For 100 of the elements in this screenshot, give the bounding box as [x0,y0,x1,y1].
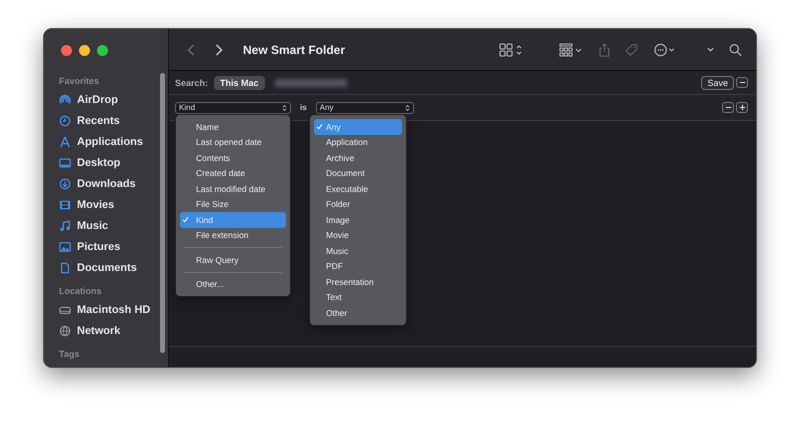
add-button[interactable] [736,102,748,113]
menu-item[interactable]: Last opened date [180,134,286,150]
window-title: New Smart Folder [243,42,346,56]
sidebar-item[interactable]: Recents [54,110,168,131]
sidebar-label: Downloads [77,178,136,190]
menu-item-label: File extension [196,230,248,240]
menu-item[interactable]: Presentation [314,274,402,290]
music-icon [59,220,71,232]
menu-item[interactable]: Folder [314,196,402,212]
sidebar-item[interactable]: Documents [54,257,168,278]
menu-item[interactable]: Music [314,243,402,258]
zoom-button[interactable] [97,45,108,56]
menu-item-label: Document [326,168,365,178]
scope-button[interactable]: This Mac [214,76,265,90]
group-icon[interactable] [558,42,584,56]
menu-item-label: Raw Query [196,254,239,265]
menu-item-label: File Size [196,199,229,210]
sidebar-item[interactable]: Applications [54,131,168,152]
sidebar-item[interactable]: Network [54,320,168,341]
share-icon[interactable] [598,42,611,56]
remove-button[interactable] [722,102,734,113]
menu-item[interactable]: File extension [180,228,286,243]
tag-icon[interactable] [625,42,638,56]
updown-icon [282,104,287,112]
download-icon [59,178,71,190]
apps-icon [59,136,71,148]
sidebar-label: Documents [77,262,137,274]
minimize-button[interactable] [79,45,90,56]
menu-item[interactable]: Document [314,166,402,181]
menu-item[interactable]: Any [314,119,402,134]
menu-item[interactable]: Archive [314,150,402,166]
sidebar-label: Applications [77,136,144,148]
updown-icon [404,104,410,112]
sidebar-heading: Locations [58,285,103,298]
sidebar-item[interactable]: Pictures [54,236,168,257]
menu-item-label: Executable [326,184,368,194]
globe-icon [59,324,71,336]
sidebar-heading: Tags [58,348,80,361]
attribute-popup[interactable]: Kind [175,102,291,114]
doc-icon [59,262,71,274]
menu-item-label: Other [326,308,348,318]
menu-item[interactable]: Name [180,119,286,134]
menu-item-label: Archive [326,152,354,163]
value-popup[interactable]: Any [316,102,414,114]
sidebar-item[interactable]: AirDrop [54,89,168,110]
menu-item-label: Movie [326,230,349,240]
sidebar-label: AirDrop [77,94,118,106]
menu-item[interactable]: Image [314,212,402,228]
menu-item[interactable]: PDF [314,258,402,274]
checkmark-icon [316,123,323,130]
remove-button[interactable] [736,77,748,88]
picture-icon [59,240,71,252]
close-button[interactable] [61,45,72,56]
menu-item[interactable]: Last modified date [180,181,286,196]
sidebar-label: Recents [77,114,120,126]
menu-item-label: Folder [326,199,350,210]
menu-item[interactable]: Other... [180,276,286,292]
checkmark-icon [182,216,189,224]
menu-item[interactable]: Movie [314,228,402,243]
menu-item[interactable]: Created date [180,166,286,181]
sidebar-item[interactable]: Macintosh HD [54,299,168,320]
menu-item-label: Application [326,137,368,148]
sidebar-label: Movies [77,198,114,210]
sidebar-label: Macintosh HD [77,304,150,316]
menu-item[interactable]: Raw Query [180,252,286,268]
sidebar-item[interactable]: Music [54,215,168,236]
menu-item[interactable]: Executable [314,181,402,196]
sidebar-item[interactable]: Desktop [54,152,168,173]
menu-item-label: Created date [196,168,246,178]
menu-item[interactable]: Application [314,134,402,150]
menu-item-label: Name [196,122,219,132]
menu-item-label: PDF [326,261,343,272]
search-label: Search: [175,78,208,88]
menu-item[interactable]: File Size [180,196,286,212]
scrollbar-thumb[interactable] [160,73,165,353]
save-button[interactable]: Save [701,76,734,90]
airdrop-icon [59,94,71,106]
menu-item-label: Presentation [326,276,374,287]
film-icon [59,198,71,210]
sidebar-label: Network [77,324,120,336]
menu-item[interactable]: Contents [180,150,286,166]
plus-icon [738,103,746,112]
search-icon[interactable] [729,42,742,56]
sidebar-label: Music [77,220,108,232]
operator-label: is [300,103,307,112]
sidebar-label: Pictures [77,240,120,252]
grid-view-icon[interactable] [498,42,524,56]
menu-item-label: Music [326,246,348,256]
chevron-down-icon[interactable] [706,45,715,54]
menu-item-label: Other... [196,279,224,290]
menu-item-label: Last opened date [196,137,262,148]
menu-item[interactable]: Other [314,305,402,320]
menu-item-label: Any [326,122,341,132]
desktop-icon [59,156,71,168]
menu-item-label: Text [326,292,342,302]
clock-icon [59,114,71,126]
sidebar-item[interactable]: Downloads [54,173,168,194]
menu-item[interactable]: Text [314,290,402,305]
sidebar-item[interactable]: Movies [54,194,168,215]
menu-item-label: Last modified date [196,184,266,194]
